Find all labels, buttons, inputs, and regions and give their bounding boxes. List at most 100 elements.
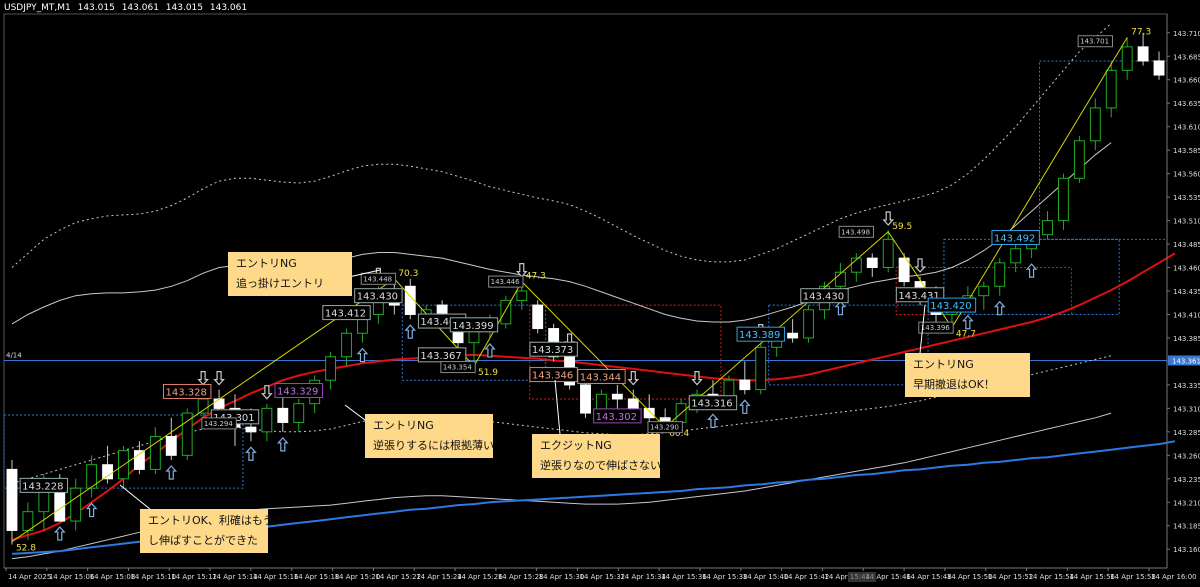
price-label: 143.396 [918,321,954,334]
candle [994,258,1006,296]
note-leader-line [554,379,561,435]
candle [755,342,767,395]
candle [404,278,416,320]
zigzag-label: 77.3 [1131,27,1151,37]
candle-body [261,407,273,433]
buy-arrow-icon [356,347,369,363]
sell-arrow-icon [627,370,640,386]
price-label: 143.329 [274,383,323,399]
price-label: 143.354 [440,361,476,374]
buy-arrow-icon [738,399,751,414]
x-tick-label: 14 Apr 15:52 [988,573,1034,581]
candle [787,319,799,343]
candle [1042,211,1053,240]
candle-body [22,511,34,531]
price-label-text: 143.290 [650,424,679,432]
buy-arrow-icon [276,436,289,452]
x-tick-label: 14 Apr 15:20 [335,573,381,581]
x-tick-label: 14 Apr 15:28 [498,573,544,581]
candle-body [165,436,177,456]
y-tick-label: 143.685 [1173,53,1200,61]
candle-body [1137,46,1149,62]
x-tick-label: 14 Apr 15:34 [620,573,666,581]
price-label: 143.448 [360,272,397,285]
candle-body [580,384,591,414]
candle-body [532,304,544,330]
y-tick-label: 143.385 [1173,335,1200,343]
candle-body [978,285,990,297]
price-label: 143.316 [688,395,738,411]
y-tick-label: 143.310 [1173,405,1200,413]
candle [739,361,751,395]
y-tick-label: 143.260 [1173,452,1200,460]
symbol-label: USDJPY_MT,M1 [4,3,71,13]
zigzag-label: 70.3 [398,269,418,279]
buy-arrow-icon [962,314,974,330]
x-tick-label: 14 Apr 15:54 [1029,573,1075,581]
note-entry-ng-early-exit: エントリNG 早期撤退はOK！ [905,353,1030,397]
candle [850,253,862,282]
date-marker-label: 4/14 [6,351,22,359]
y-tick-label: 143.585 [1173,147,1200,155]
sell-arrow-icon [914,258,926,273]
zigzag-label: 59.5 [892,222,912,232]
y-tick-label: 143.410 [1173,311,1200,319]
price-chart[interactable]: 52.870.351.947.360.459.547.777.3143.2281… [0,0,1200,587]
chart-header: USDJPY_MT,M1 143.015 143.061 143.015 143… [4,3,251,13]
candle-body [643,407,655,419]
candle-body [102,464,113,480]
candle-body [1153,60,1165,76]
candle-body [1058,177,1069,222]
candle-body [213,398,225,409]
price-label-text: 143.389 [739,330,780,341]
x-tick-label: 14 Apr 15:10 [130,573,176,581]
price-label: 143.420 [927,297,977,313]
close-value: 143.061 [209,3,248,13]
note-exit-ng: エクジットNG 逆張りなので伸ばさない [532,434,661,478]
candle-body [197,398,209,414]
note-line: エントリNG [373,419,434,432]
price-label: 143.446 [488,275,524,288]
candle [866,253,878,277]
sell-arrow-icon [197,370,209,386]
candle-body [293,403,305,423]
candle [803,305,814,343]
candle-body [803,309,814,339]
y-tick-label: 143.535 [1173,194,1200,202]
y-tick-label: 143.435 [1173,288,1200,296]
candle [532,300,544,334]
candle-body [516,290,528,301]
price-label-text: 143.396 [921,324,950,332]
low-value: 143.015 [165,3,204,13]
note-leader-line [344,404,366,421]
x-tick-label: 14 Apr 15:38 [702,573,748,581]
y-tick-label: 143.610 [1173,124,1200,132]
x-tick-label: 14 Apr 15:30 [539,573,585,581]
note-line: エントリOK、利確はもう少 [148,514,285,527]
candle-body [1105,69,1117,109]
candle-body [133,450,145,470]
candle [611,384,623,409]
price-label: 143.328 [163,383,212,399]
y-tick-label: 143.235 [1173,476,1200,484]
note-entry-ok: エントリOK、利確はもう少 し伸ばすことができた [140,509,285,553]
candle-body [149,436,161,470]
price-label: 143.367 [417,347,467,363]
price-label: 143.228 [19,477,69,493]
price-label-text: 143.498 [841,228,870,236]
price-label-text: 143.430 [357,292,398,303]
candle [133,441,145,475]
buy-arrow-icon [834,300,847,316]
current-price-label: 143.361 [1172,357,1200,365]
candle [149,427,161,475]
candle [978,281,990,310]
candle-body [277,407,289,423]
x-tick-label: 14 Apr 15:08 [90,573,136,581]
x-tick-label: 14 Apr 15:36 [661,573,707,581]
buy-arrow-icon [53,526,66,541]
price-label-text: 143.367 [420,351,461,362]
price-label-text: 143.399 [452,321,493,332]
buy-arrow-icon [165,465,178,480]
open-value: 143.015 [77,3,115,13]
candle-body [325,356,337,381]
